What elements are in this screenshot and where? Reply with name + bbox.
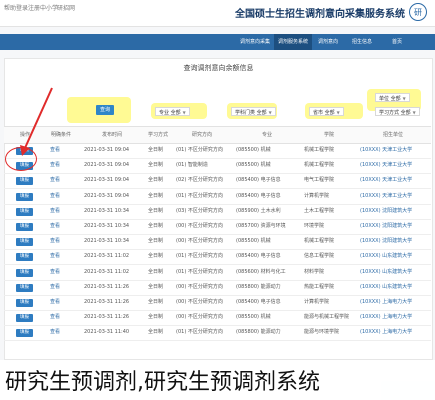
caption-bar: 研究生预调剂,研究生预调剂系统 [0, 360, 435, 400]
caption-text: 研究生预调剂,研究生预调剂系统 [5, 370, 320, 395]
red-arrow-annotation [20, 87, 53, 156]
